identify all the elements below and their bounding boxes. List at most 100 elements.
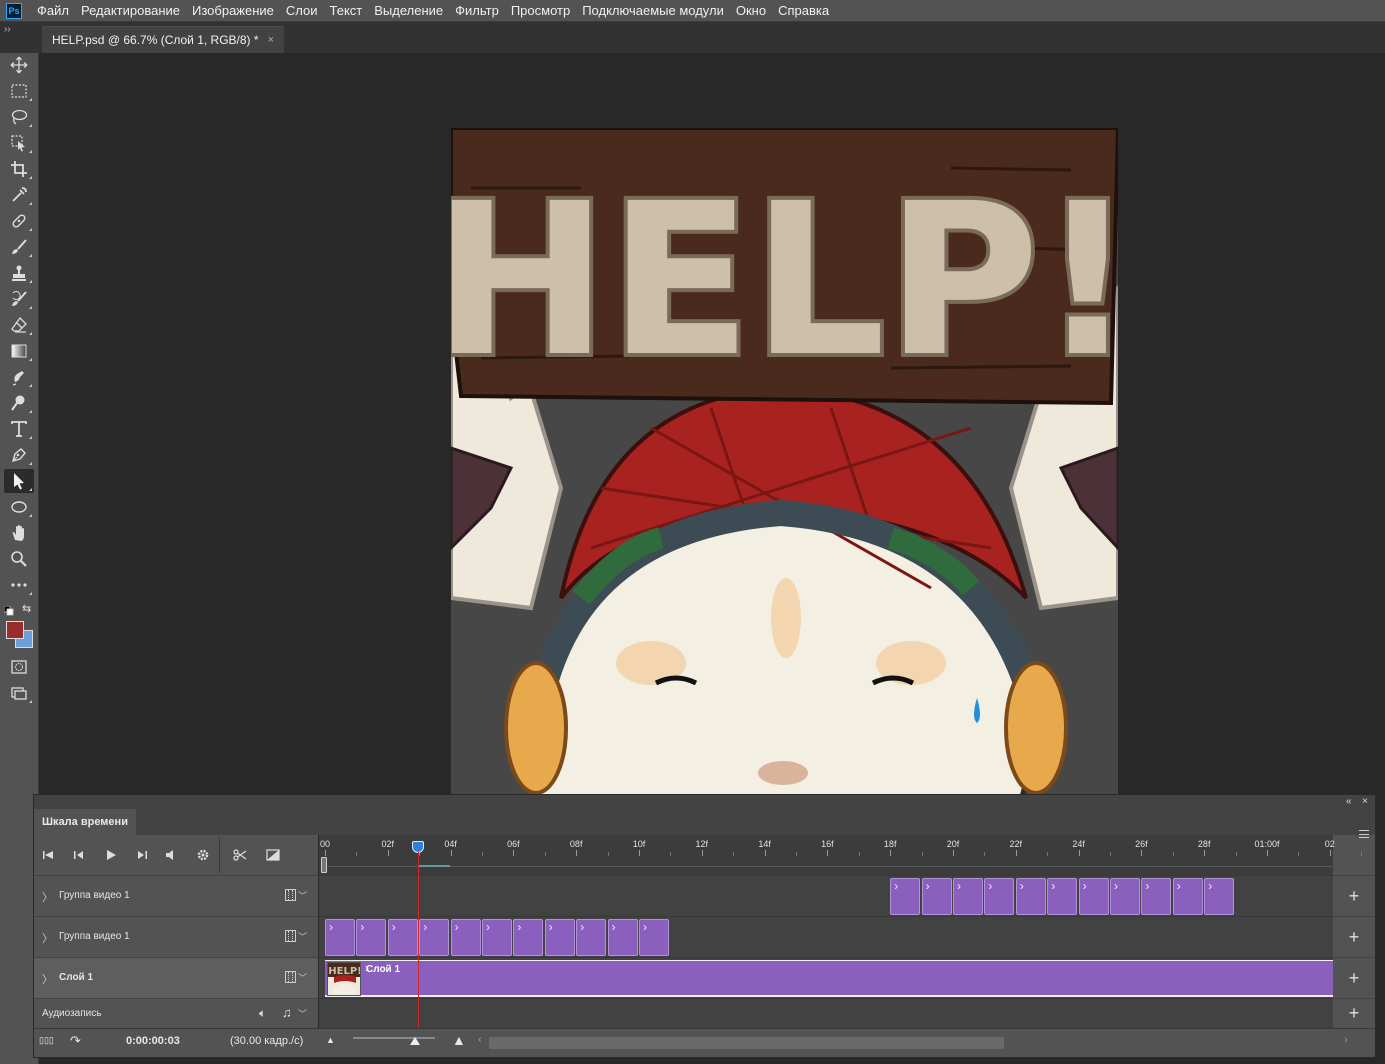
- ellipse-icon[interactable]: [4, 495, 34, 519]
- track-lane-layer-1[interactable]: HELP! › Слой 1: [318, 957, 1333, 998]
- next-frame-icon[interactable]: [132, 845, 152, 865]
- layer-1-clip[interactable]: HELP! › Слой 1: [325, 960, 1333, 997]
- video-clip[interactable]: [1141, 878, 1172, 915]
- dodge-icon[interactable]: [4, 391, 34, 415]
- hand-icon[interactable]: [4, 521, 34, 545]
- zoom-icon[interactable]: [4, 547, 34, 571]
- video-clip[interactable]: [576, 919, 607, 956]
- eraser-icon[interactable]: [4, 313, 34, 337]
- screen-mode-icon[interactable]: [4, 681, 34, 705]
- video-clip[interactable]: [419, 919, 450, 956]
- track-lane-video-group-1b[interactable]: [318, 916, 1333, 957]
- expand-track-icon[interactable]: 〉: [42, 889, 53, 905]
- object-selection-icon[interactable]: [4, 131, 34, 155]
- track-header-audio[interactable]: Аудиозапись 🔈︎ ♫ ﹀: [34, 998, 318, 1028]
- track-header-video-group-1b[interactable]: 〉 Группа видео 1 ﹀: [34, 916, 318, 957]
- add-media-button[interactable]: +: [1333, 957, 1375, 998]
- chevron-down-icon[interactable]: ﹀: [298, 889, 307, 902]
- menu-plugins[interactable]: Подключаемые модули: [576, 3, 730, 18]
- menu-edit[interactable]: Редактирование: [75, 3, 186, 18]
- pen-icon[interactable]: [4, 443, 34, 467]
- menu-view[interactable]: Просмотр: [505, 3, 576, 18]
- video-clip[interactable]: [953, 878, 983, 915]
- play-icon[interactable]: [101, 845, 121, 865]
- menu-window[interactable]: Окно: [730, 3, 772, 18]
- type-icon[interactable]: [4, 417, 34, 441]
- menu-layer[interactable]: Слои: [280, 3, 324, 18]
- track-header-video-group-1a[interactable]: 〉 Группа видео 1 ﹀: [34, 875, 318, 916]
- video-clip[interactable]: [325, 919, 355, 956]
- close-tab-icon[interactable]: ×: [268, 34, 274, 46]
- zoom-slider-thumb[interactable]: [410, 1037, 420, 1045]
- menu-type[interactable]: Текст: [324, 3, 369, 18]
- track-header-layer-1[interactable]: 〉 Слой 1 ﹀: [34, 957, 318, 998]
- split-at-playhead-icon[interactable]: [230, 845, 250, 865]
- film-strip-icon[interactable]: [285, 971, 296, 983]
- mute-audio-icon[interactable]: [161, 845, 181, 865]
- smudge-icon[interactable]: [4, 365, 34, 389]
- scroll-right-icon[interactable]: ›: [1344, 1034, 1348, 1046]
- chevron-down-icon[interactable]: ﹀: [298, 971, 307, 984]
- video-clip[interactable]: [387, 919, 418, 956]
- video-clip[interactable]: [921, 878, 952, 915]
- film-strip-icon[interactable]: [285, 930, 296, 942]
- chevron-down-icon[interactable]: ﹀: [298, 1007, 307, 1020]
- zoom-slider[interactable]: [353, 1037, 435, 1039]
- photoshop-logo[interactable]: Ps: [6, 2, 22, 19]
- menu-select[interactable]: Выделение: [368, 3, 449, 18]
- video-clip[interactable]: [1015, 878, 1046, 915]
- foreground-color-swatch[interactable]: [6, 621, 24, 639]
- add-audio-button[interactable]: +: [1333, 998, 1375, 1028]
- healing-brush-icon[interactable]: [4, 209, 34, 233]
- video-clip[interactable]: [1110, 878, 1140, 915]
- rectangular-marquee-icon[interactable]: [4, 79, 34, 103]
- scroll-left-icon[interactable]: ‹: [478, 1034, 482, 1046]
- history-brush-icon[interactable]: [4, 287, 34, 311]
- add-media-button[interactable]: +: [1333, 875, 1375, 916]
- quick-mask-icon[interactable]: [4, 655, 34, 679]
- video-clip[interactable]: [1047, 878, 1078, 915]
- menu-image[interactable]: Изображение: [186, 3, 280, 18]
- menu-file[interactable]: Файл: [31, 3, 75, 18]
- video-clip[interactable]: [513, 919, 544, 956]
- current-timecode[interactable]: 0:00:00:03: [126, 1035, 180, 1047]
- frame-animation-toggle-icon[interactable]: ▯▯▯: [39, 1035, 54, 1046]
- lasso-icon[interactable]: [4, 105, 34, 129]
- speaker-icon[interactable]: 🔈︎: [259, 1006, 266, 1021]
- move-tool-icon[interactable]: [4, 53, 34, 77]
- swap-colors-icon[interactable]: ⇆: [22, 602, 34, 615]
- go-to-first-frame-icon[interactable]: [38, 845, 58, 865]
- expand-track-icon[interactable]: 〉: [42, 971, 53, 987]
- playback-settings-icon[interactable]: [193, 845, 213, 865]
- track-lane-video-group-1a[interactable]: [318, 875, 1333, 916]
- video-clip[interactable]: [984, 878, 1015, 915]
- eyedropper-icon[interactable]: [4, 183, 34, 207]
- collapse-toolbar-icon[interactable]: ››: [4, 24, 11, 35]
- brush-icon[interactable]: [4, 235, 34, 259]
- document-canvas-artwork[interactable]: HELP!: [451, 128, 1118, 794]
- work-area-start-handle[interactable]: [321, 857, 327, 873]
- close-panel-icon[interactable]: ×: [1362, 796, 1368, 807]
- path-selection-icon[interactable]: [4, 469, 34, 493]
- video-clip[interactable]: [1204, 878, 1235, 915]
- horizontal-scrollbar[interactable]: [489, 1037, 1004, 1049]
- add-media-button[interactable]: +: [1333, 916, 1375, 957]
- zoom-in-icon[interactable]: ▲: [452, 1032, 466, 1048]
- track-lane-audio[interactable]: [318, 998, 1333, 1028]
- timeline-ruler[interactable]: 00 02f 04f 06f 08f 10f 12f 14f 16f 18f 20f 22f 24f 26…: [318, 835, 1363, 875]
- default-colors-icon[interactable]: [3, 603, 14, 616]
- transition-icon[interactable]: [263, 845, 283, 865]
- video-clip[interactable]: [639, 919, 669, 956]
- video-clip[interactable]: [450, 919, 481, 956]
- video-clip[interactable]: [890, 878, 921, 915]
- crop-icon[interactable]: [4, 157, 34, 181]
- chevron-down-icon[interactable]: ﹀: [298, 930, 307, 943]
- previous-frame-icon[interactable]: [69, 845, 89, 865]
- timeline-tab[interactable]: Шкала времени: [34, 809, 136, 835]
- video-clip[interactable]: [482, 919, 512, 956]
- video-clip[interactable]: [356, 919, 387, 956]
- clone-stamp-icon[interactable]: [4, 261, 34, 285]
- expand-track-icon[interactable]: 〉: [42, 930, 53, 946]
- render-video-icon[interactable]: ↷: [70, 1033, 81, 1049]
- document-tab[interactable]: HELP.psd @ 66.7% (Слой 1, RGB/8) * ×: [42, 26, 284, 53]
